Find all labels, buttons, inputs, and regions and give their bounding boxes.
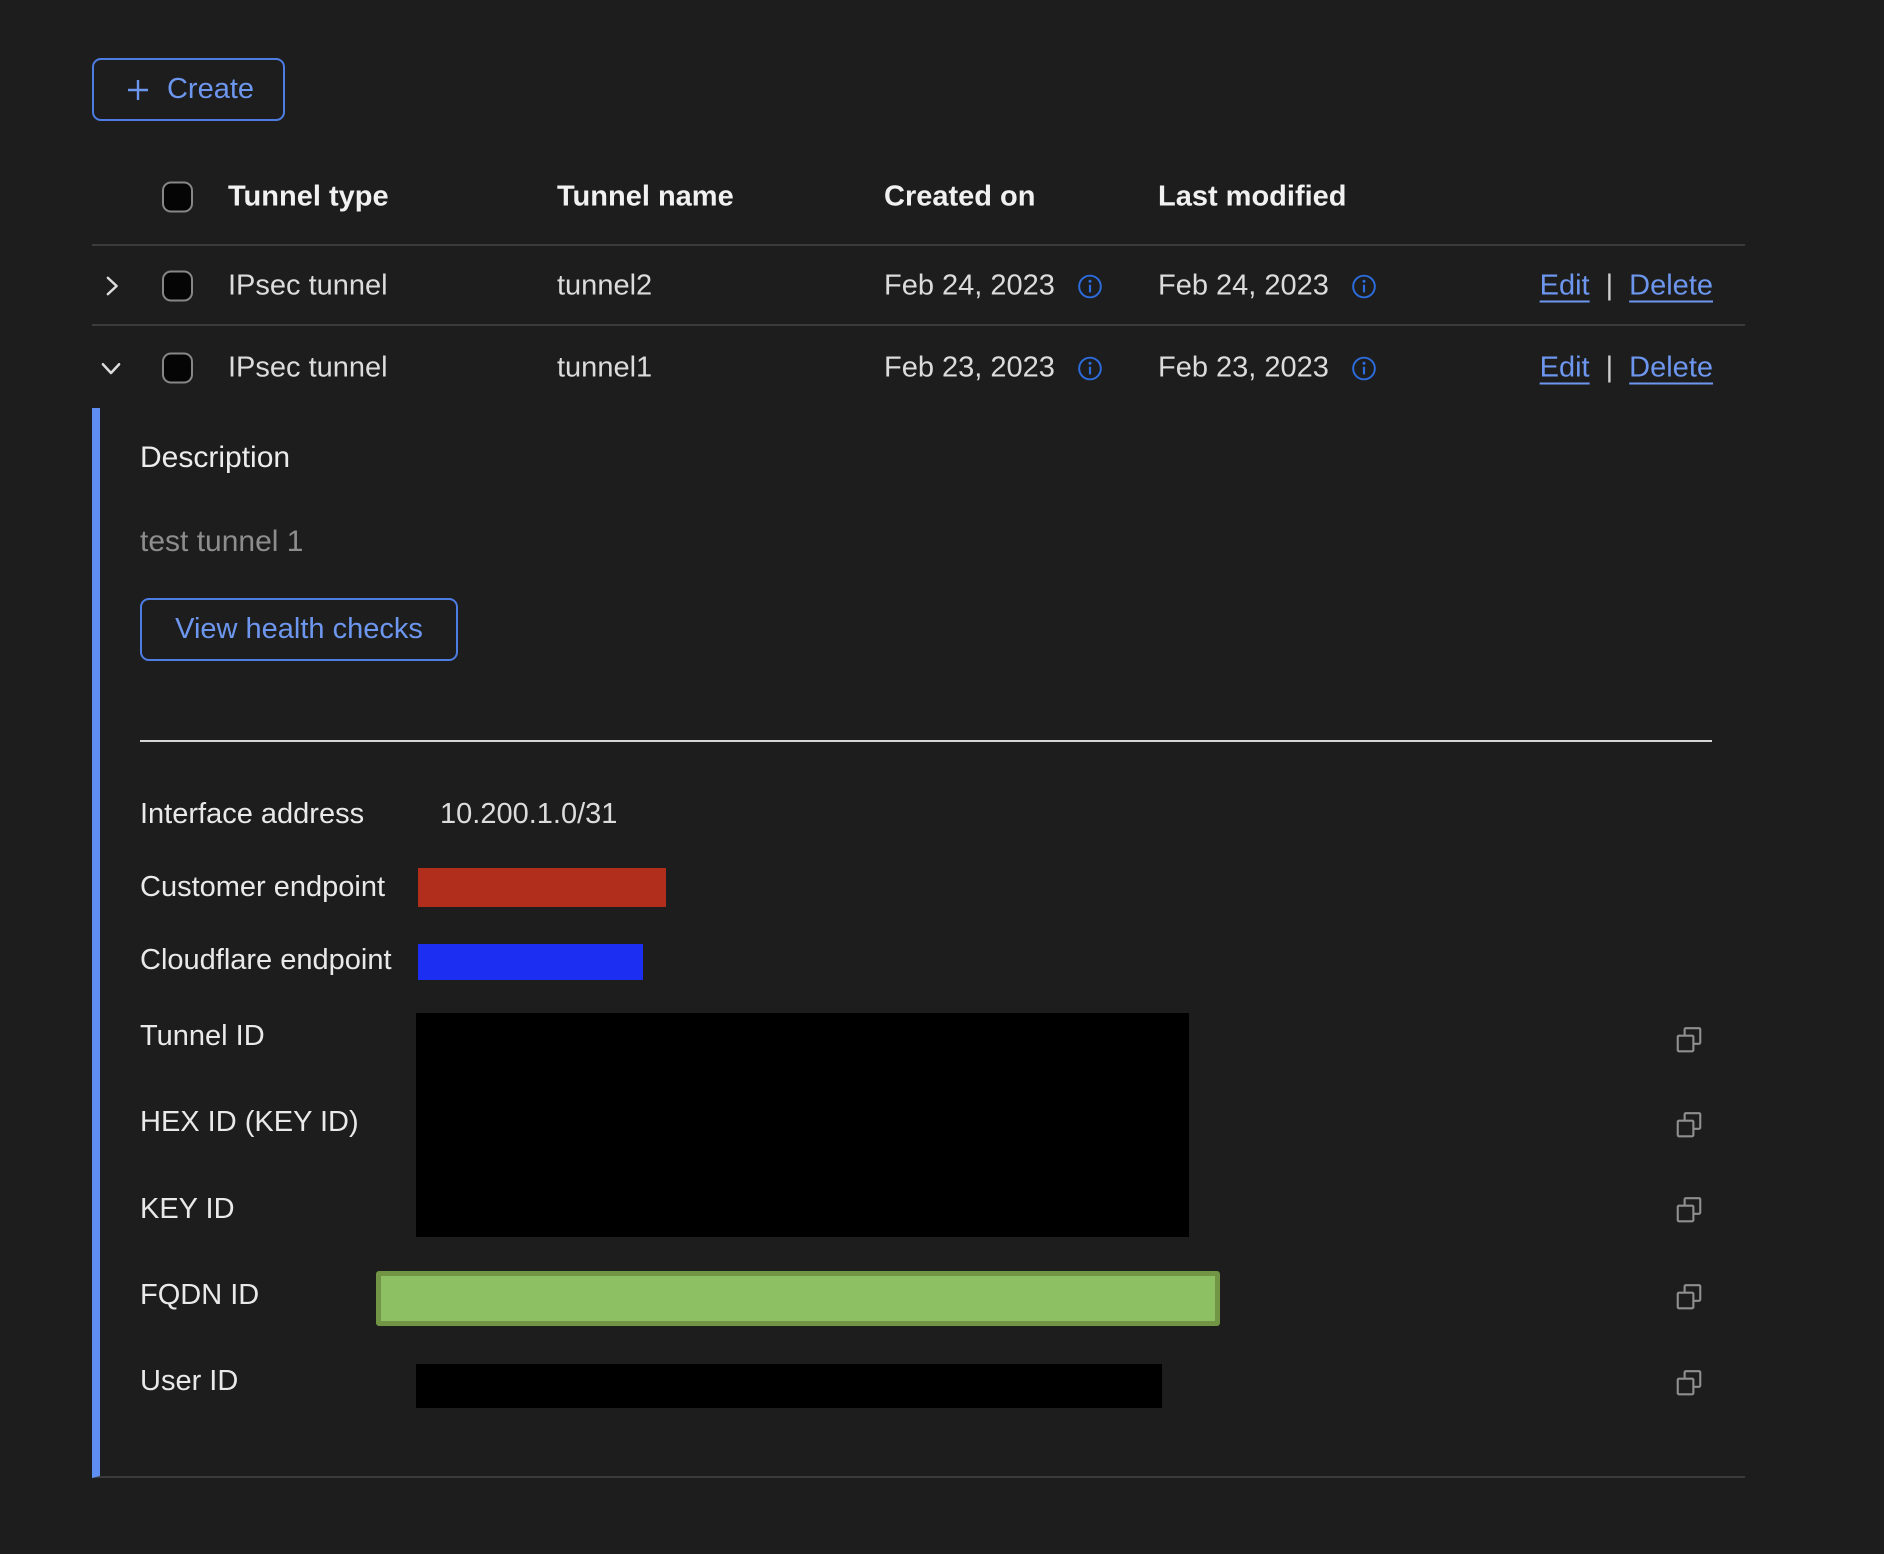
create-button-label: Create xyxy=(167,73,254,106)
copy-user-id-button[interactable] xyxy=(1674,1368,1704,1398)
copy-icon xyxy=(1674,1110,1704,1140)
tunnel-name-cell: tunnel1 xyxy=(557,352,652,385)
tunnel-type-cell: IPsec tunnel xyxy=(228,352,388,385)
info-icon[interactable] xyxy=(1351,273,1377,299)
row-checkbox[interactable] xyxy=(162,271,193,302)
copy-icon xyxy=(1674,1195,1704,1225)
edit-link[interactable]: Edit xyxy=(1540,352,1590,385)
collapse-row-button[interactable] xyxy=(96,348,136,388)
tunnel-name-cell: tunnel2 xyxy=(557,270,652,303)
column-header-tunnel-type: Tunnel type xyxy=(228,181,389,214)
tunnel-hex-key-ids-redacted-value xyxy=(416,1013,1189,1237)
column-header-tunnel-name: Tunnel name xyxy=(557,181,734,214)
view-health-checks-label: View health checks xyxy=(175,613,423,646)
plus-icon xyxy=(123,75,153,105)
last-modified-cell: Feb 24, 2023 xyxy=(1158,270,1329,303)
description-value: test tunnel 1 xyxy=(140,525,303,559)
table-row: IPsec tunnel tunnel1 Feb 23, 2023 Feb 23… xyxy=(92,328,1745,408)
table-header-row: Tunnel type Tunnel name Created on Last … xyxy=(92,150,1745,246)
field-label-tunnel-id: Tunnel ID xyxy=(140,1020,265,1053)
copy-key-id-button[interactable] xyxy=(1674,1195,1704,1225)
copy-hex-id-button[interactable] xyxy=(1674,1110,1704,1140)
tunnel-type-cell: IPsec tunnel xyxy=(228,270,388,303)
cloudflare-endpoint-redacted-value xyxy=(418,944,643,980)
copy-icon xyxy=(1674,1282,1704,1312)
interface-address-value: 10.200.1.0/31 xyxy=(440,798,617,831)
fqdn-id-redacted-value xyxy=(376,1271,1220,1326)
action-separator: | xyxy=(1606,270,1614,303)
copy-icon xyxy=(1674,1025,1704,1055)
view-health-checks-button[interactable]: View health checks xyxy=(140,598,458,661)
edit-link[interactable]: Edit xyxy=(1540,270,1590,303)
copy-fqdn-id-button[interactable] xyxy=(1674,1282,1704,1312)
expanded-tunnel-detail-panel: Description test tunnel 1 View health ch… xyxy=(92,408,1745,1478)
panel-divider xyxy=(140,740,1712,742)
copy-tunnel-id-button[interactable] xyxy=(1674,1025,1704,1055)
delete-link[interactable]: Delete xyxy=(1629,352,1713,385)
created-on-cell: Feb 24, 2023 xyxy=(884,270,1055,303)
row-checkbox[interactable] xyxy=(162,353,193,384)
field-label-user-id: User ID xyxy=(140,1365,238,1398)
column-header-created-on: Created on xyxy=(884,181,1035,214)
info-icon[interactable] xyxy=(1077,273,1103,299)
customer-endpoint-redacted-value xyxy=(418,868,666,907)
expand-row-button[interactable] xyxy=(96,266,136,306)
chevron-right-icon xyxy=(96,271,126,301)
copy-icon xyxy=(1674,1368,1704,1398)
delete-link[interactable]: Delete xyxy=(1629,270,1713,303)
field-label-hex-id: HEX ID (KEY ID) xyxy=(140,1106,359,1139)
user-id-redacted-value xyxy=(416,1364,1162,1408)
field-label-customer-endpoint: Customer endpoint xyxy=(140,871,385,904)
info-icon[interactable] xyxy=(1077,355,1103,381)
action-separator: | xyxy=(1606,352,1614,385)
table-row: IPsec tunnel tunnel2 Feb 24, 2023 Feb 24… xyxy=(92,248,1745,326)
field-label-fqdn-id: FQDN ID xyxy=(140,1279,259,1312)
field-label-cloudflare-endpoint: Cloudflare endpoint xyxy=(140,944,392,977)
last-modified-cell: Feb 23, 2023 xyxy=(1158,352,1329,385)
field-label-key-id: KEY ID xyxy=(140,1193,235,1226)
description-label: Description xyxy=(140,441,290,475)
create-button[interactable]: Create xyxy=(92,58,285,121)
select-all-checkbox[interactable] xyxy=(162,182,193,213)
chevron-down-icon xyxy=(96,353,126,383)
created-on-cell: Feb 23, 2023 xyxy=(884,352,1055,385)
info-icon[interactable] xyxy=(1351,355,1377,381)
column-header-last-modified: Last modified xyxy=(1158,181,1347,214)
field-label-interface-address: Interface address xyxy=(140,798,364,831)
